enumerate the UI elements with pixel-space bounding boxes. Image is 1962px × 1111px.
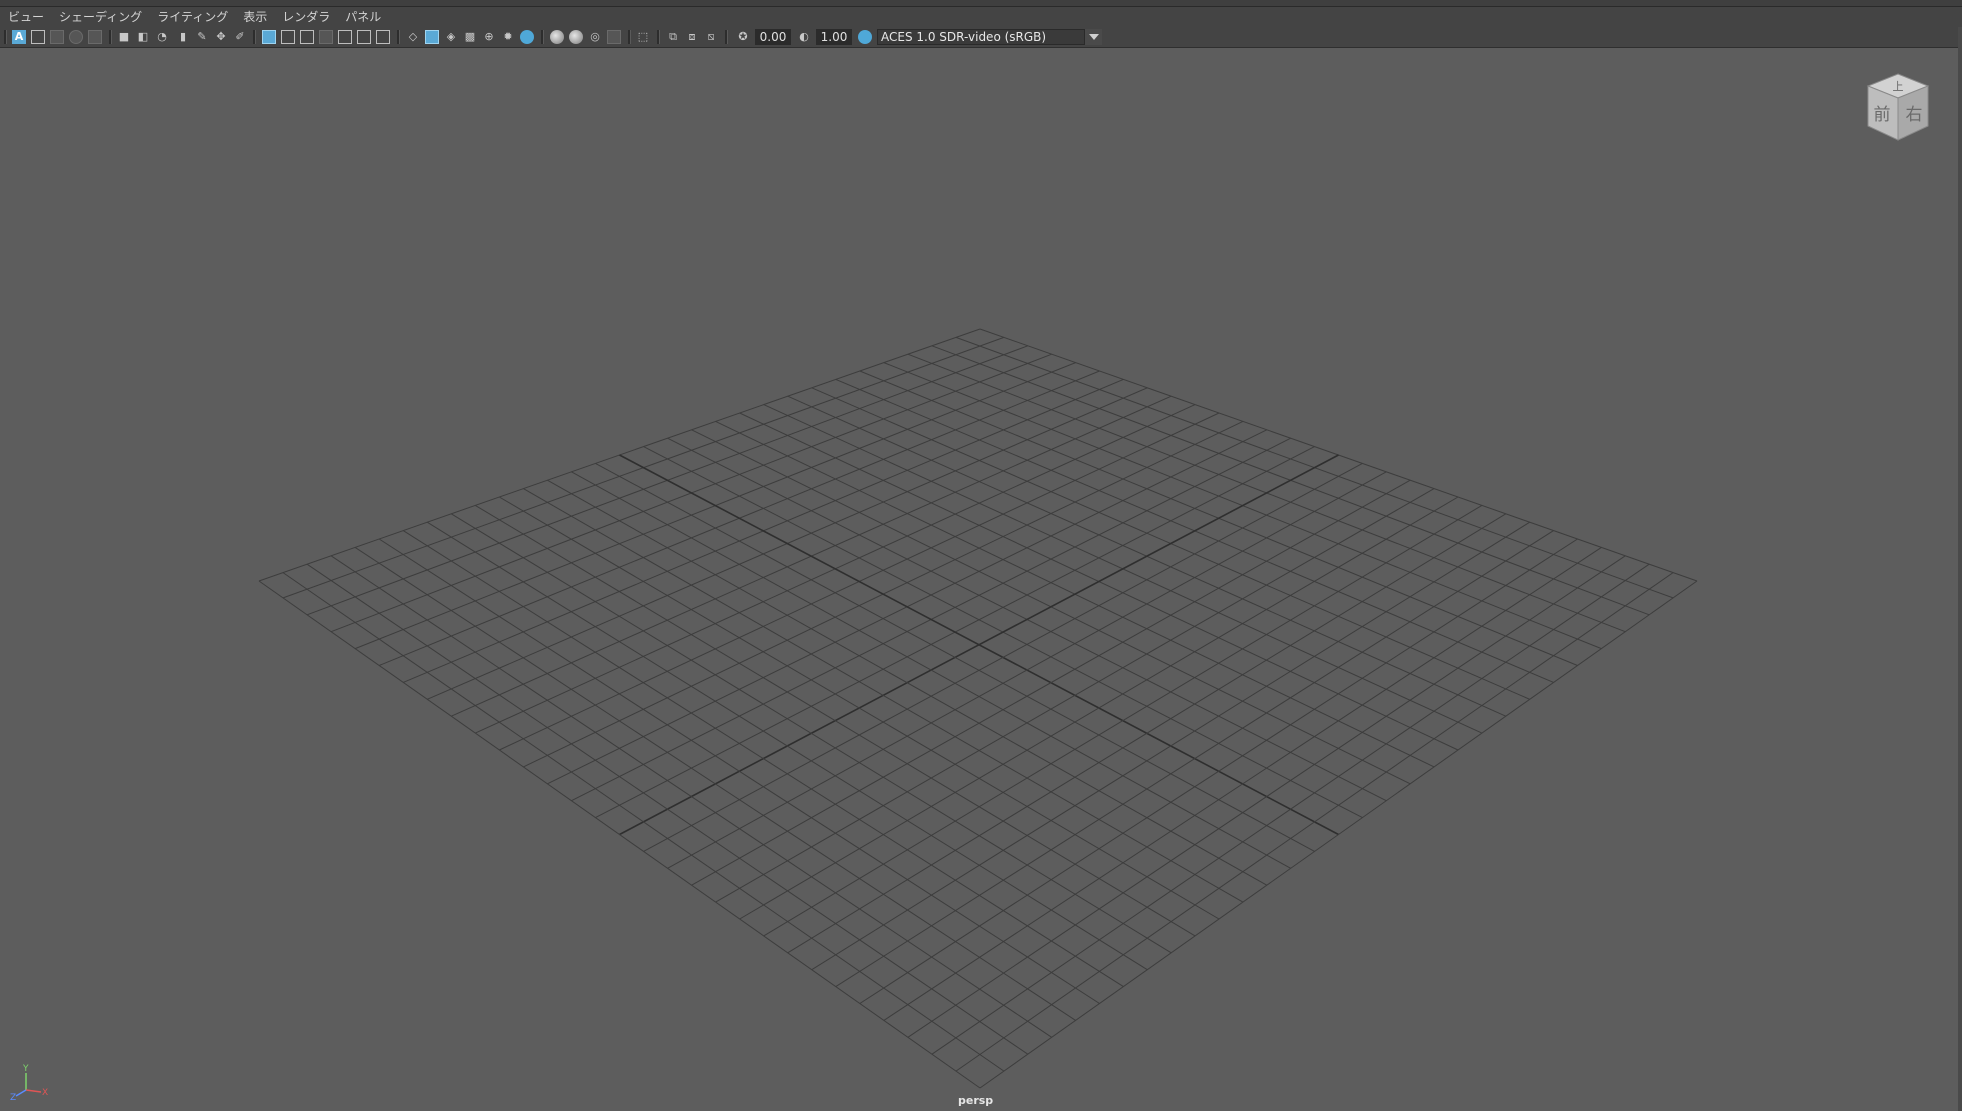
gate-mask-icon[interactable] bbox=[319, 30, 333, 44]
menu-panels[interactable]: パネル bbox=[337, 7, 388, 27]
field-chart-icon[interactable] bbox=[338, 30, 352, 44]
smooth-shade-icon[interactable] bbox=[425, 30, 439, 44]
two-d-pan-zoom-icon[interactable] bbox=[88, 30, 102, 44]
view-cube[interactable]: 上 前 右 bbox=[1862, 70, 1934, 142]
grid-line bbox=[739, 496, 1459, 920]
camera-name-label: persp bbox=[958, 1094, 994, 1107]
menu-renderer[interactable]: レンダラ bbox=[274, 7, 337, 27]
screen-space-ao-icon[interactable] bbox=[550, 30, 564, 44]
grid-line bbox=[907, 555, 1626, 1038]
isolate-select-icon[interactable]: ⬚ bbox=[636, 30, 650, 44]
grid-line bbox=[258, 580, 981, 1089]
grease-pencil-icon[interactable]: ✎ bbox=[195, 30, 209, 44]
grid-line bbox=[426, 521, 1148, 971]
grid-line bbox=[571, 471, 1291, 869]
menu-show[interactable]: 表示 bbox=[235, 7, 274, 27]
chevron-down-icon[interactable] bbox=[1084, 29, 1102, 45]
wireframe-icon[interactable]: ◇ bbox=[406, 30, 420, 44]
axis-gizmo: Y X Z bbox=[8, 1062, 48, 1103]
resolution-gate-icon[interactable] bbox=[300, 30, 314, 44]
toolbar-separator bbox=[628, 30, 631, 44]
window-top-edge bbox=[0, 0, 1962, 7]
view-cube-front-label: 前 bbox=[1874, 105, 1891, 125]
view-transform-icon[interactable] bbox=[858, 30, 872, 44]
toolbar-separator bbox=[541, 30, 544, 44]
bookmarks-icon[interactable] bbox=[50, 30, 64, 44]
panel-right-border bbox=[1958, 27, 1962, 1111]
grid-line bbox=[667, 471, 1387, 869]
wireframe-on-shaded-icon[interactable]: ◈ bbox=[444, 30, 458, 44]
axis-x-label: X bbox=[42, 1088, 48, 1098]
textured-icon[interactable]: ▩ bbox=[463, 30, 477, 44]
grid-line bbox=[475, 504, 1196, 937]
toolbar-separator bbox=[657, 30, 660, 44]
gamma-icon[interactable]: ◐ bbox=[797, 30, 811, 44]
panel-menubar: ビュー シェーディング ライティング 表示 レンダラ パネル bbox=[0, 7, 1962, 27]
grid-line bbox=[306, 563, 1029, 1055]
axis-z-line bbox=[15, 1089, 27, 1097]
toolbar-separator bbox=[4, 30, 7, 44]
camera-attributes-icon[interactable] bbox=[31, 30, 45, 44]
grid-line bbox=[354, 546, 1076, 1021]
color-space-dropdown[interactable]: ACES 1.0 SDR-video (sRGB) bbox=[877, 29, 1102, 45]
grid-line bbox=[763, 504, 1483, 937]
film-gate-icon[interactable] bbox=[281, 30, 295, 44]
grid-line bbox=[282, 572, 1005, 1072]
toolbar-separator bbox=[397, 30, 400, 44]
shadows-icon[interactable] bbox=[520, 30, 534, 44]
axis-z-label: Z bbox=[10, 1093, 16, 1102]
bookmark-icon[interactable]: ▮ bbox=[176, 30, 190, 44]
toolbar-separator bbox=[253, 30, 256, 44]
view-cube-top-label: 上 bbox=[1893, 80, 1904, 93]
xray-joints-icon[interactable]: ⧉ bbox=[666, 30, 680, 44]
safe-action-icon[interactable] bbox=[357, 30, 371, 44]
grid-line bbox=[883, 546, 1602, 1021]
image-plane-icon[interactable] bbox=[69, 30, 83, 44]
move-tool-icon[interactable]: ✥ bbox=[214, 30, 228, 44]
ground-grid bbox=[258, 328, 1698, 1089]
axis-y-label: Y bbox=[22, 1064, 29, 1074]
grid-line bbox=[547, 479, 1268, 886]
gamma-field[interactable]: 1.00 bbox=[816, 29, 852, 45]
camera-orbit-icon[interactable]: ◔ bbox=[155, 30, 169, 44]
backface-culling-icon[interactable]: ⧅ bbox=[704, 30, 718, 44]
grid-line bbox=[330, 555, 1052, 1038]
camera-move-icon[interactable]: ◧ bbox=[136, 30, 150, 44]
depth-of-field-icon[interactable] bbox=[607, 30, 621, 44]
menu-shading[interactable]: シェーディング bbox=[51, 7, 149, 27]
use-all-lights-icon[interactable]: ✹ bbox=[501, 30, 515, 44]
menu-view[interactable]: ビュー bbox=[0, 7, 51, 27]
safe-title-icon[interactable] bbox=[376, 30, 390, 44]
grid-line bbox=[691, 479, 1411, 886]
grid-line bbox=[499, 496, 1220, 920]
xray-icon[interactable]: ⊕ bbox=[482, 30, 496, 44]
toolbar-separator bbox=[109, 30, 112, 44]
view-cube-right-label: 右 bbox=[1906, 105, 1923, 125]
exposure-icon[interactable]: ✪ bbox=[736, 30, 750, 44]
grid-line bbox=[979, 580, 1698, 1089]
exposure-field[interactable]: 0.00 bbox=[755, 29, 791, 45]
xray-active-icon[interactable]: ⧈ bbox=[685, 30, 699, 44]
anti-aliasing-icon[interactable]: ◎ bbox=[588, 30, 602, 44]
menu-lighting[interactable]: ライティング bbox=[149, 7, 235, 27]
toolbar-separator bbox=[725, 30, 728, 44]
grid-line bbox=[955, 572, 1674, 1072]
panel-toolbar: A ■ ◧ ◔ ▮ ✎ ✥ ✐ ◇ ◈ ▩ ⊕ ✹ ◎ ⬚ ⧉ ⧈ ⧅ ✪ 0.… bbox=[0, 27, 1962, 48]
perspective-viewport[interactable] bbox=[0, 48, 1962, 1111]
grid-toggle-icon[interactable] bbox=[262, 30, 276, 44]
select-camera-icon[interactable]: A bbox=[12, 30, 26, 44]
motion-blur-icon[interactable] bbox=[569, 30, 583, 44]
brush-icon[interactable]: ✐ bbox=[233, 30, 247, 44]
camera-icon[interactable]: ■ bbox=[117, 30, 131, 44]
axis-x-line bbox=[25, 1089, 42, 1093]
